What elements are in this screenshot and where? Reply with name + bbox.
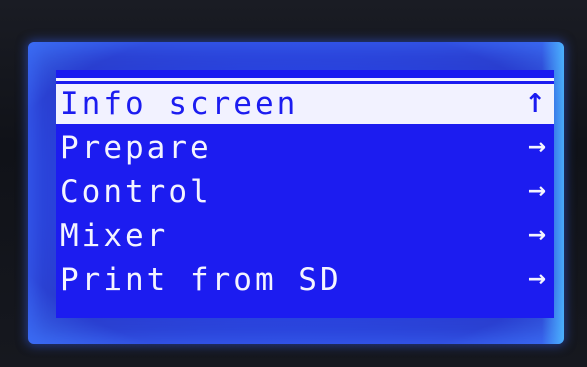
right-arrow-icon: → — [527, 223, 546, 248]
lcd-panel: Info screen ↑ Prepare → Control → Mixer … — [56, 70, 554, 318]
right-arrow-icon: → — [527, 179, 546, 204]
right-arrow-icon: → — [527, 135, 546, 160]
menu-item-prepare[interactable]: Prepare → — [56, 128, 554, 168]
up-arrow-icon: ↑ — [524, 89, 546, 119]
menu-item-control[interactable]: Control → — [56, 172, 554, 212]
menu-item-mixer[interactable]: Mixer → — [56, 216, 554, 256]
right-arrow-icon: → — [527, 267, 546, 292]
top-divider — [56, 78, 554, 81]
menu-item-info-screen[interactable]: Info screen ↑ — [56, 84, 554, 124]
menu-item-print-from-sd[interactable]: Print from SD → — [56, 260, 554, 300]
menu-item-label: Print from SD — [60, 262, 342, 298]
menu-item-label: Mixer — [60, 218, 169, 254]
menu-item-label: Prepare — [60, 130, 212, 166]
menu-item-label: Control — [60, 174, 212, 210]
menu-item-label: Info screen — [60, 86, 299, 122]
